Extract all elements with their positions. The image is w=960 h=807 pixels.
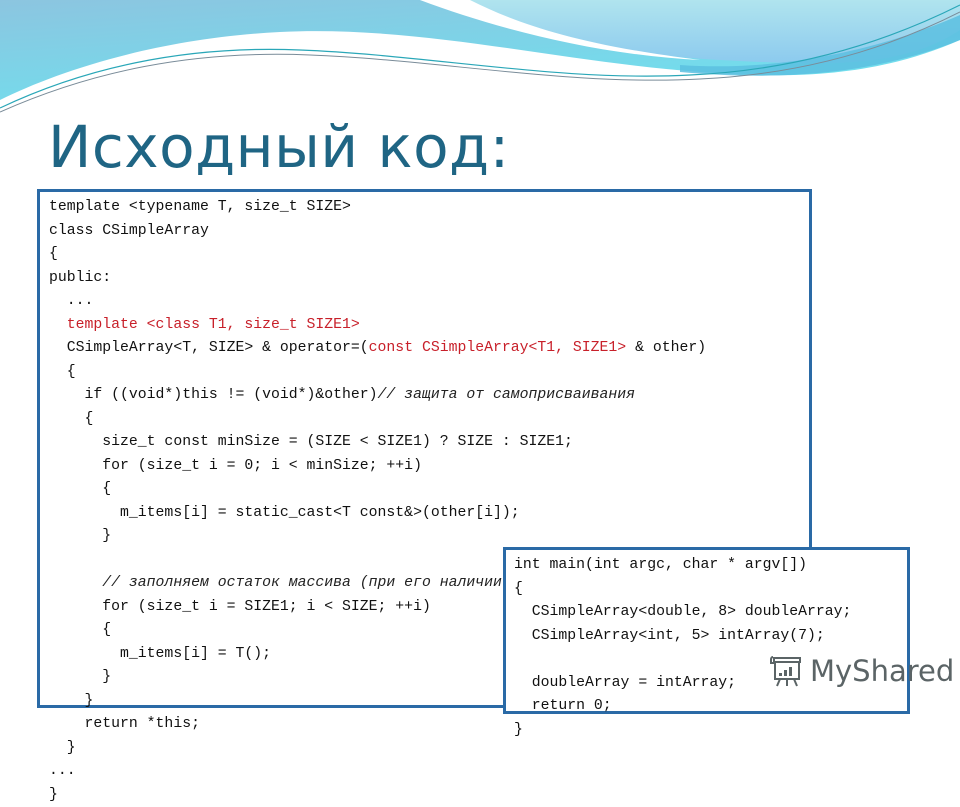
code-text: } [49, 528, 111, 544]
code-text: CSimpleArray<int, 5> intArray(7); [514, 628, 825, 644]
code-comment: // защита от самоприсваивания [378, 387, 636, 403]
code-text: int main(int argc, char * argv[]) [514, 557, 807, 573]
code-line: class CSimpleArray [49, 220, 809, 244]
code-line: ... [49, 760, 809, 784]
presentation-chart-icon [768, 653, 804, 689]
code-text: { [49, 622, 111, 638]
code-line: { [49, 478, 809, 502]
code-text: m_items[i] = T(); [49, 646, 271, 662]
code-text: { [49, 411, 93, 427]
code-text: } [49, 787, 58, 803]
code-line: size_t const minSize = (SIZE < SIZE1) ? … [49, 431, 809, 455]
code-highlight: template <class T1, size_t SIZE1> [49, 317, 360, 333]
code-line: template <class T1, size_t SIZE1> [49, 314, 809, 338]
main-function-listing: int main(int argc, char * argv[]) { CSimp… [514, 554, 907, 742]
code-text: for (size_t i = 0; i < minSize; ++i) [49, 458, 422, 474]
code-text: } [49, 740, 76, 756]
code-line: return 0; [514, 695, 907, 719]
code-text: { [49, 481, 111, 497]
code-text: ... [49, 293, 93, 309]
code-text: } [514, 722, 523, 738]
code-text: m_items[i] = static_cast<T const&>(other… [49, 505, 520, 521]
code-line: int main(int argc, char * argv[]) [514, 554, 907, 578]
code-text: { [514, 581, 523, 597]
code-line: } [514, 719, 907, 743]
code-text: size_t const minSize = (SIZE < SIZE1) ? … [49, 434, 573, 450]
code-line: { [514, 578, 907, 602]
watermark: MyShared [768, 653, 954, 689]
code-line: CSimpleArray<int, 5> intArray(7); [514, 625, 907, 649]
code-text: public: [49, 270, 111, 286]
code-line: { [49, 408, 809, 432]
code-text: template <typename T, size_t SIZE> [49, 199, 351, 215]
code-text: for (size_t i = SIZE1; i < SIZE; ++i) [49, 599, 431, 615]
code-line: public: [49, 267, 809, 291]
code-text: class CSimpleArray [49, 223, 209, 239]
code-line: if ((void*)this != (void*)&other)// защи… [49, 384, 809, 408]
code-line: ... [49, 290, 809, 314]
code-text: if ((void*)this != (void*)&other) [49, 387, 378, 403]
code-text: ... [49, 763, 76, 779]
code-text: { [49, 246, 58, 262]
code-highlight: const CSimpleArray<T1, SIZE1> [369, 340, 627, 356]
code-line: CSimpleArray<T, SIZE> & operator=(const … [49, 337, 809, 361]
code-line: } [49, 784, 809, 807]
code-text: CSimpleArray<double, 8> doubleArray; [514, 604, 851, 620]
code-text: CSimpleArray<T, SIZE> & operator=( [49, 340, 369, 356]
code-text: & other) [626, 340, 706, 356]
code-line: } [49, 525, 809, 549]
header-wave-decoration [0, 0, 960, 130]
code-line: { [49, 243, 809, 267]
code-text: { [49, 364, 76, 380]
code-line: m_items[i] = static_cast<T const&>(other… [49, 502, 809, 526]
slide-title: Исходный код: [48, 112, 510, 182]
code-line: { [49, 361, 809, 385]
code-text: doubleArray = intArray; [514, 675, 736, 691]
code-line: template <typename T, size_t SIZE> [49, 196, 809, 220]
code-text: return *this; [49, 716, 200, 732]
watermark-text: MyShared [810, 654, 954, 688]
code-text: } [49, 669, 111, 685]
code-text: return 0; [514, 698, 612, 714]
code-text: } [49, 693, 93, 709]
code-line: for (size_t i = 0; i < minSize; ++i) [49, 455, 809, 479]
code-line: CSimpleArray<double, 8> doubleArray; [514, 601, 907, 625]
